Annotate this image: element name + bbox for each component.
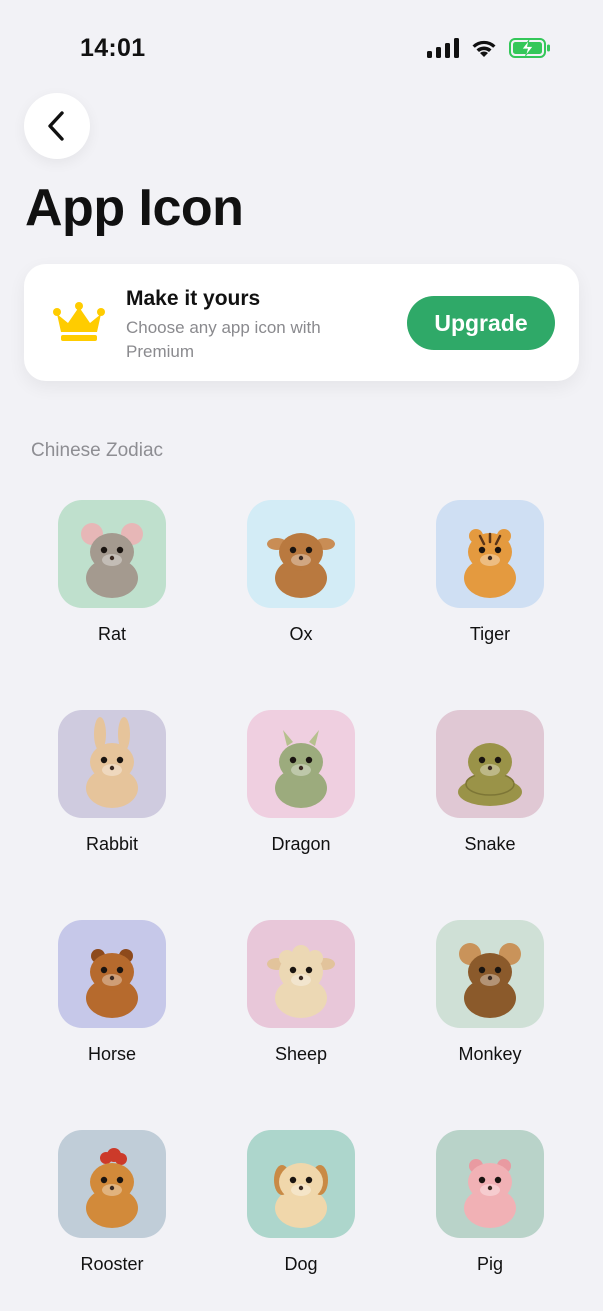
app-icon-label: Ox <box>289 624 313 644</box>
app-icon-label: Rat <box>97 624 126 644</box>
status-time: 14:01 <box>80 34 146 62</box>
app-icon-label: Dog <box>284 1254 318 1274</box>
monkey-icon[interactable] <box>436 920 544 1028</box>
ox-icon[interactable] <box>247 500 355 608</box>
battery-charging-icon <box>509 38 550 58</box>
app-icon-label: Sheep <box>274 1044 328 1064</box>
pig-icon[interactable] <box>436 1130 544 1238</box>
app-icon-label: Rooster <box>80 1254 144 1274</box>
app-icon-label: Tiger <box>469 624 511 644</box>
app-icon-option-dragon[interactable]: Dragon <box>231 710 371 870</box>
crown-icon <box>53 302 105 341</box>
app-icon-option-rat[interactable]: Rat <box>42 500 182 660</box>
rat-icon[interactable] <box>58 500 166 608</box>
status-bar: 14:01 <box>0 0 603 96</box>
upgrade-button[interactable]: Upgrade <box>407 296 555 350</box>
snake-icon[interactable] <box>436 710 544 818</box>
dragon-icon[interactable] <box>247 710 355 818</box>
app-icon-option-monkey[interactable]: Monkey <box>420 920 560 1080</box>
app-icon-label: Monkey <box>458 1044 522 1064</box>
app-icon-option-snake[interactable]: Snake <box>420 710 560 870</box>
cellular-signal-icon <box>427 38 459 58</box>
app-icon-label: Rabbit <box>85 834 139 854</box>
app-icon-option-tiger[interactable]: Tiger <box>420 500 560 660</box>
app-icon-label: Horse <box>87 1044 136 1064</box>
app-icon-label: Snake <box>464 834 516 854</box>
app-icon-label: Pig <box>476 1254 503 1274</box>
page-title: App Icon <box>25 179 244 237</box>
sheep-icon[interactable] <box>247 920 355 1028</box>
app-icon-option-ox[interactable]: Ox <box>231 500 371 660</box>
app-icon-option-rabbit[interactable]: Rabbit <box>42 710 182 870</box>
horse-icon[interactable] <box>58 920 166 1028</box>
dog-icon[interactable] <box>247 1130 355 1238</box>
promo-subtitle: Choose any app icon with Premium <box>126 318 321 361</box>
tiger-icon[interactable] <box>436 500 544 608</box>
rooster-icon[interactable] <box>58 1130 166 1238</box>
chevron-left-icon <box>48 111 64 141</box>
rabbit-icon[interactable] <box>58 710 166 818</box>
premium-promo-card: Make it yours Choose any app icon with P… <box>24 264 579 381</box>
app-icon-option-horse[interactable]: Horse <box>42 920 182 1080</box>
app-icon-option-dog[interactable]: Dog <box>231 1130 371 1290</box>
promo-title: Make it yours <box>126 287 261 310</box>
app-icon-option-rooster[interactable]: Rooster <box>42 1130 182 1290</box>
app-icon-label: Dragon <box>271 834 331 854</box>
wifi-icon <box>472 40 496 57</box>
app-icon-option-sheep[interactable]: Sheep <box>231 920 371 1080</box>
app-icon-option-pig[interactable]: Pig <box>420 1130 560 1290</box>
status-icons <box>427 38 551 58</box>
section-header: Chinese Zodiac <box>31 440 164 461</box>
back-button[interactable] <box>24 93 90 159</box>
